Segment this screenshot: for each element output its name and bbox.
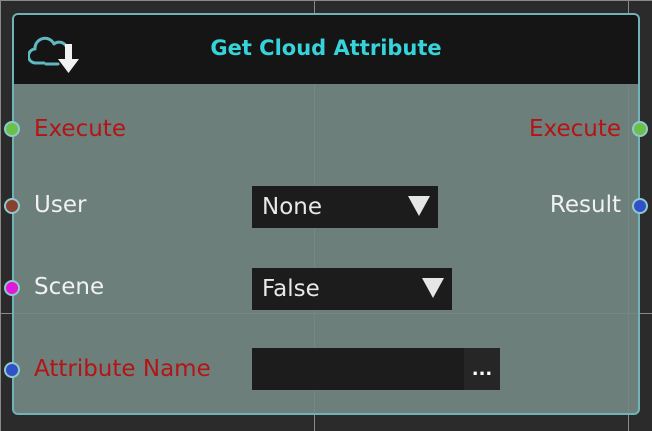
user-dropdown-value: None: [262, 194, 323, 220]
execute-output-pin[interactable]: [632, 121, 648, 137]
cloud-download-icon: [28, 36, 79, 73]
grid-line: [0, 0, 652, 1]
user-input-label: User: [34, 192, 87, 218]
chevron-down-icon: [422, 278, 444, 298]
scene-dropdown[interactable]: False: [252, 268, 452, 310]
attribute-name-input[interactable]: [252, 348, 464, 390]
node-title: Get Cloud Attribute: [210, 36, 442, 60]
scene-input-pin[interactable]: [4, 280, 20, 296]
execute-input-pin[interactable]: [4, 121, 20, 137]
execute-input-label: Execute: [34, 116, 126, 142]
grid-line: [0, 0, 1, 431]
execute-output-label: Execute: [529, 116, 621, 142]
chevron-down-icon: [408, 196, 430, 216]
scene-input-label: Scene: [34, 274, 105, 300]
scene-dropdown-value: False: [262, 276, 320, 302]
result-output-label: Result: [549, 192, 621, 218]
result-output-pin[interactable]: [632, 198, 648, 214]
user-input-pin[interactable]: [4, 198, 20, 214]
attribute-name-input-pin[interactable]: [4, 362, 20, 378]
user-dropdown[interactable]: None: [252, 186, 438, 228]
browse-button[interactable]: ...: [464, 348, 500, 390]
attribute-name-input-label: Attribute Name: [34, 356, 211, 382]
